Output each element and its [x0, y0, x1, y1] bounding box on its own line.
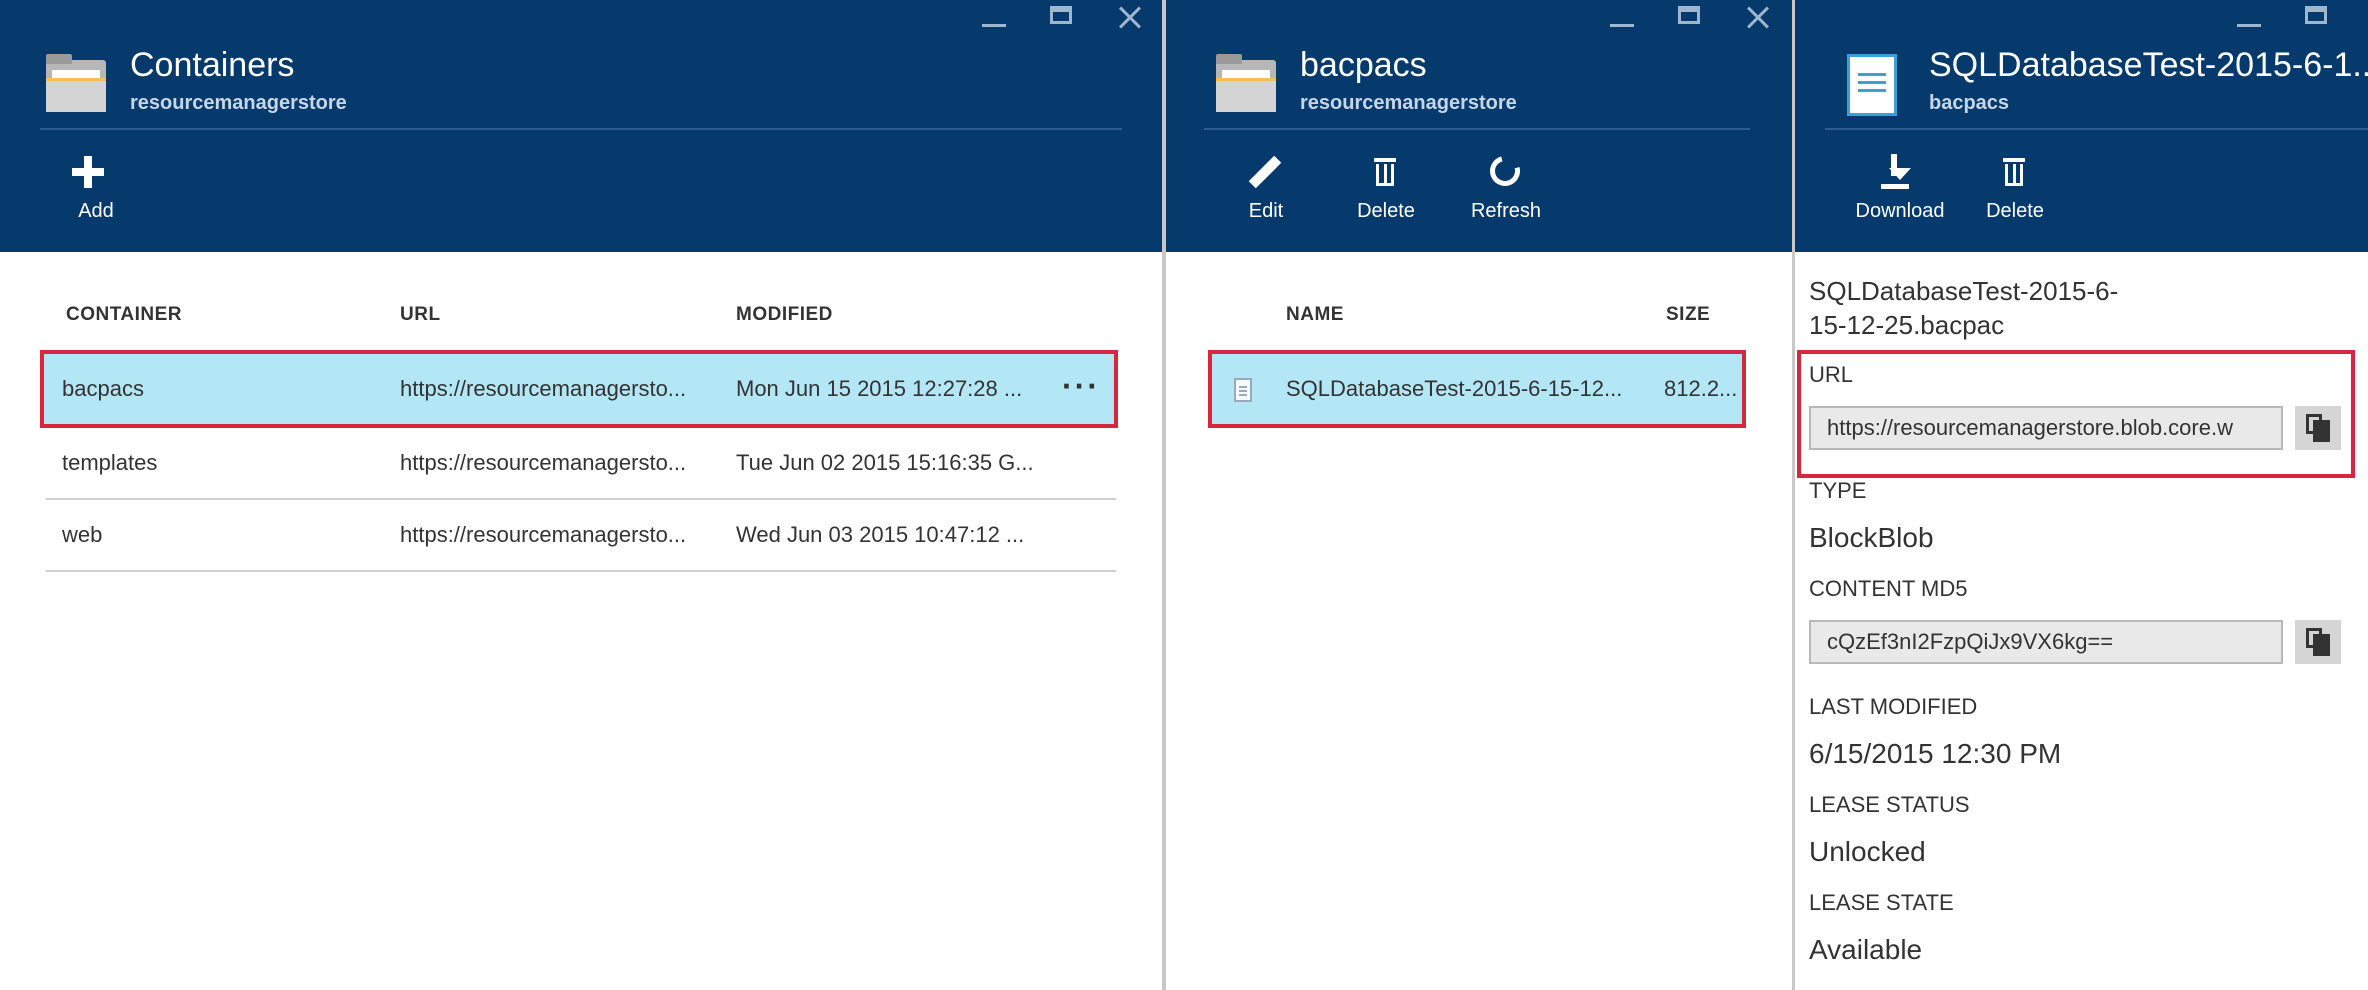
plus-icon — [46, 150, 146, 194]
lease-status-value: Unlocked — [1809, 836, 1926, 867]
maximize-icon[interactable] — [1656, 0, 1724, 36]
trash-icon — [1965, 150, 2065, 194]
file-name-line-2: 15-12-25.bacpac — [1809, 310, 2005, 340]
column-header-name[interactable]: NAME — [1286, 304, 1344, 326]
blade-title: bacpacs — [1300, 46, 1427, 84]
header-divider — [40, 128, 1122, 130]
header-divider — [1204, 128, 1750, 130]
maximize-icon[interactable] — [2283, 0, 2351, 36]
last-modified-label: LAST MODIFIED — [1809, 694, 1978, 719]
cell-modified: Wed Jun 03 2015 10:47:12 ... — [736, 522, 1025, 547]
type-value: BlockBlob — [1809, 522, 1934, 553]
containers-blade: Containers resourcemanagerstore Add CONT… — [0, 0, 1162, 990]
lease-status-label: LEASE STATUS — [1809, 792, 1970, 817]
refresh-label: Refresh — [1470, 200, 1542, 222]
lease-state-label: LEASE STATE — [1809, 890, 1954, 915]
download-icon — [1845, 150, 1955, 194]
minimize-icon[interactable] — [2215, 0, 2283, 36]
bacpacs-blade: bacpacs resourcemanagerstore Edit Delete… — [1166, 0, 1792, 990]
blade-title: SQLDatabaseTest-2015-6-1... — [1929, 46, 2368, 84]
more-options-icon[interactable]: ··· — [1062, 354, 1100, 418]
last-modified-value: 6/15/2015 12:30 PM — [1809, 738, 2062, 769]
type-label: TYPE — [1809, 478, 1867, 503]
header-divider — [1825, 128, 2368, 130]
blade-subtitle: bacpacs — [1929, 92, 2010, 114]
folder-icon — [1216, 54, 1276, 112]
blade-subtitle: resourcemanagerstore — [1300, 92, 1517, 114]
cell-url: https://resourcemanagersto... — [400, 522, 687, 547]
download-label: Download — [1855, 200, 1945, 222]
refresh-button[interactable]: Refresh — [1456, 150, 1556, 223]
delete-label: Delete — [1357, 200, 1415, 222]
file-icon — [1234, 378, 1252, 402]
column-header-size[interactable]: SIZE — [1666, 304, 1710, 326]
copy-url-button[interactable] — [2295, 406, 2341, 450]
blob-blade-header: SQLDatabaseTest-2015-6-1... bacpacs Down… — [1795, 0, 2368, 252]
cell-size: 812.2... — [1664, 376, 1738, 401]
download-button[interactable]: Download — [1845, 150, 1955, 223]
edit-button[interactable]: Edit — [1216, 150, 1316, 223]
bacpacs-blade-header: bacpacs resourcemanagerstore Edit Delete… — [1166, 0, 1792, 252]
file-name: SQLDatabaseTest-2015-6- 15-12-25.bacpac — [1809, 274, 2118, 342]
edit-label: Edit — [1248, 200, 1284, 222]
window-controls — [1588, 0, 1792, 36]
cell-modified: Tue Jun 02 2015 15:16:35 G... — [736, 450, 1034, 475]
cell-name: SQLDatabaseTest-2015-6-15-12... — [1286, 376, 1623, 401]
column-header-container[interactable]: CONTAINER — [66, 304, 182, 326]
pencil-icon — [1216, 150, 1316, 194]
document-icon — [1847, 54, 1897, 116]
copy-md5-button[interactable] — [2295, 620, 2341, 664]
window-controls — [960, 0, 1162, 36]
trash-icon — [1336, 150, 1436, 194]
content-md5-field[interactable]: cQzEf3nI2FzpQiJx9VX6kg== — [1809, 620, 2283, 664]
close-icon[interactable] — [1096, 0, 1162, 36]
blade-title: Containers — [130, 46, 295, 84]
minimize-icon[interactable] — [960, 0, 1028, 36]
close-icon[interactable] — [1724, 0, 1792, 36]
refresh-icon — [1456, 150, 1556, 194]
add-button[interactable]: Add — [46, 150, 146, 223]
table-row-web[interactable]: web https://resourcemanagersto... Wed Ju… — [46, 500, 1116, 572]
delete-button[interactable]: Delete — [1965, 150, 2065, 223]
delete-button[interactable]: Delete — [1336, 150, 1436, 223]
containers-blade-header: Containers resourcemanagerstore Add — [0, 0, 1162, 252]
column-header-url[interactable]: URL — [400, 304, 441, 326]
maximize-icon[interactable] — [1028, 0, 1096, 36]
blade-subtitle: resourcemanagerstore — [130, 92, 347, 114]
cell-container: web — [62, 522, 103, 547]
blob-properties-blade: SQLDatabaseTest-2015-6-1... bacpacs Down… — [1795, 0, 2368, 990]
cell-modified: Mon Jun 15 2015 12:27:28 ... — [736, 376, 1023, 401]
table-row-templates[interactable]: templates https://resourcemanagersto... … — [46, 428, 1116, 500]
minimize-icon[interactable] — [1588, 0, 1656, 36]
folder-icon — [46, 54, 106, 112]
file-name-line-1: SQLDatabaseTest-2015-6- — [1809, 276, 2119, 306]
lease-state-value: Available — [1809, 934, 1923, 965]
cell-container: bacpacs — [62, 376, 144, 401]
add-label: Add — [78, 200, 114, 222]
column-header-modified[interactable]: MODIFIED — [736, 304, 833, 326]
url-label: URL — [1809, 362, 1854, 387]
content-md5-label: CONTENT MD5 — [1809, 576, 1968, 601]
cell-url: https://resourcemanagersto... — [400, 376, 687, 401]
url-field[interactable]: https://resourcemanagerstore.blob.core.w — [1809, 406, 2283, 450]
table-row-bacpac-file[interactable]: SQLDatabaseTest-2015-6-15-12... 812.2... — [1208, 350, 1746, 428]
delete-label: Delete — [1986, 200, 2044, 222]
cell-url: https://resourcemanagersto... — [400, 450, 687, 475]
table-row-bacpacs[interactable]: bacpacs https://resourcemanagersto... Mo… — [40, 350, 1118, 428]
window-controls — [2215, 0, 2351, 36]
cell-container: templates — [62, 450, 158, 475]
